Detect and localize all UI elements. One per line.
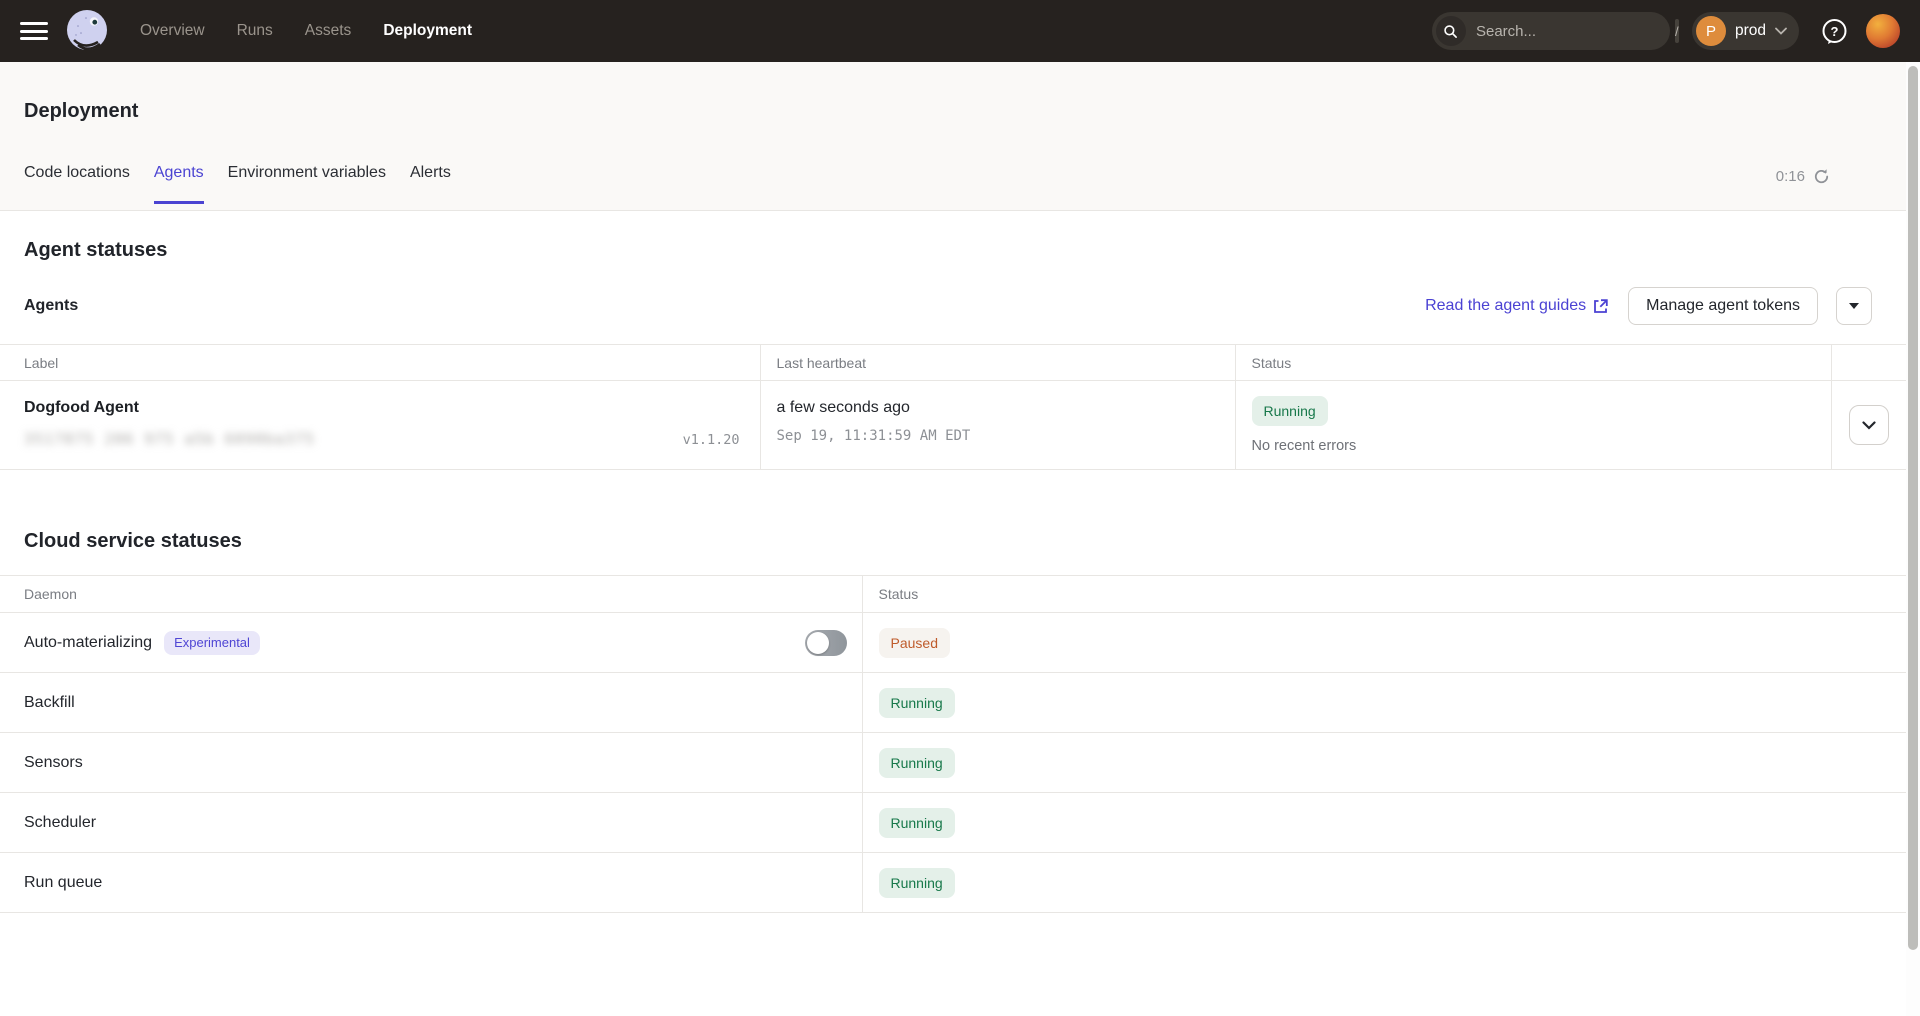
col-last-heartbeat: Last heartbeat: [760, 345, 1235, 381]
daemon-row-scheduler: Scheduler Running: [0, 793, 1906, 853]
chevron-down-icon: [1862, 421, 1876, 430]
search-shortcut-key: /: [1675, 19, 1679, 43]
agent-statuses-heading: Agent statuses: [0, 239, 1906, 262]
cloud-service-statuses-heading: Cloud service statuses: [0, 530, 1906, 553]
nav-deployment[interactable]: Deployment: [383, 22, 472, 40]
vertical-scrollbar[interactable]: [1906, 62, 1920, 1016]
daemon-status-badge: Running: [879, 688, 955, 718]
col-label: Label: [0, 345, 760, 381]
main-content: Deployment Code locations Agents Environ…: [0, 62, 1906, 1016]
experimental-badge: Experimental: [164, 631, 260, 655]
menu-icon[interactable]: [20, 20, 48, 42]
cloud-services-table: Daemon Status Auto-materializing Experim…: [0, 575, 1906, 913]
top-navbar: Overview Runs Assets Deployment / P prod…: [0, 0, 1920, 62]
daemon-name: Sensors: [24, 754, 83, 771]
deployment-switcher[interactable]: P prod: [1692, 12, 1799, 50]
col-status: Status: [1235, 345, 1831, 381]
agent-name: Dogfood Agent: [24, 398, 740, 418]
agent-guides-link[interactable]: Read the agent guides: [1425, 297, 1608, 315]
page-title: Deployment: [24, 98, 1882, 125]
agent-actions-dropdown-button[interactable]: [1836, 287, 1872, 325]
tab-agents[interactable]: Agents: [154, 164, 204, 204]
heartbeat-relative: a few seconds ago: [777, 397, 1219, 419]
agent-guides-link-label: Read the agent guides: [1425, 297, 1586, 315]
tab-code-locations[interactable]: Code locations: [24, 164, 130, 204]
external-link-icon: [1593, 299, 1608, 314]
primary-nav: Overview Runs Assets Deployment: [140, 22, 472, 40]
daemon-row-auto-materializing: Auto-materializing Experimental Paused: [0, 613, 1906, 673]
tab-environment-variables[interactable]: Environment variables: [228, 164, 386, 204]
nav-assets[interactable]: Assets: [305, 22, 352, 40]
daemon-row-backfill: Backfill Running: [0, 673, 1906, 733]
auto-materializing-toggle[interactable]: [805, 630, 847, 656]
dagster-logo[interactable]: [64, 8, 110, 54]
agent-version: v1.1.20: [683, 432, 740, 448]
agent-status-badge: Running: [1252, 396, 1328, 426]
help-icon[interactable]: ?: [1821, 18, 1848, 45]
tab-bar: Code locations Agents Environment variab…: [24, 164, 1882, 204]
daemon-name: Backfill: [24, 694, 75, 711]
agents-table: Label Last heartbeat Status Dogfood Agen…: [0, 344, 1906, 470]
daemon-name: Scheduler: [24, 814, 96, 831]
deployment-initial-badge: P: [1696, 16, 1726, 46]
daemon-status-badge: Running: [879, 868, 955, 898]
tab-alerts[interactable]: Alerts: [410, 164, 451, 204]
agents-toolbar: Agents Read the agent guides Manage agen…: [0, 287, 1906, 325]
nav-overview[interactable]: Overview: [140, 22, 205, 40]
col-daemon: Daemon: [0, 576, 862, 613]
nav-runs[interactable]: Runs: [237, 22, 273, 40]
search-field[interactable]: [1476, 23, 1675, 40]
search-icon: [1436, 16, 1466, 46]
agent-errors-text: No recent errors: [1252, 438, 1815, 454]
caret-down-icon: [1849, 303, 1859, 309]
daemon-name: Auto-materializing: [24, 634, 152, 652]
svg-text:?: ?: [1831, 24, 1839, 39]
daemon-row-sensors: Sensors Running: [0, 733, 1906, 793]
col-actions: [1831, 345, 1906, 381]
col-daemon-status: Status: [862, 576, 1906, 613]
heartbeat-absolute: Sep 19, 11:31:59 AM EDT: [777, 428, 1219, 444]
page-header: Deployment Code locations Agents Environ…: [0, 62, 1906, 211]
scrollbar-thumb[interactable]: [1908, 66, 1918, 950]
refresh-countdown: 0:16: [1776, 168, 1805, 185]
manage-agent-tokens-button[interactable]: Manage agent tokens: [1628, 287, 1818, 325]
daemon-status-badge: Running: [879, 748, 955, 778]
daemon-row-run-queue: Run queue Running: [0, 853, 1906, 913]
agents-subheading: Agents: [24, 297, 78, 315]
daemon-name: Run queue: [24, 874, 102, 891]
refresh-icon[interactable]: [1813, 168, 1830, 185]
daemon-status-badge: Running: [879, 808, 955, 838]
deployment-name: prod: [1735, 22, 1766, 40]
chevron-down-icon: [1775, 27, 1787, 35]
agent-id-redacted: 3517875 206 975 a5b 6090ba375: [24, 430, 315, 448]
search-input[interactable]: /: [1432, 12, 1670, 50]
auto-refresh-timer: 0:16: [1776, 164, 1830, 185]
user-avatar[interactable]: [1866, 14, 1900, 48]
agent-row: Dogfood Agent 3517875 206 975 a5b 6090ba…: [0, 381, 1906, 470]
agent-expand-button[interactable]: [1849, 405, 1889, 445]
daemon-status-badge: Paused: [879, 628, 950, 658]
